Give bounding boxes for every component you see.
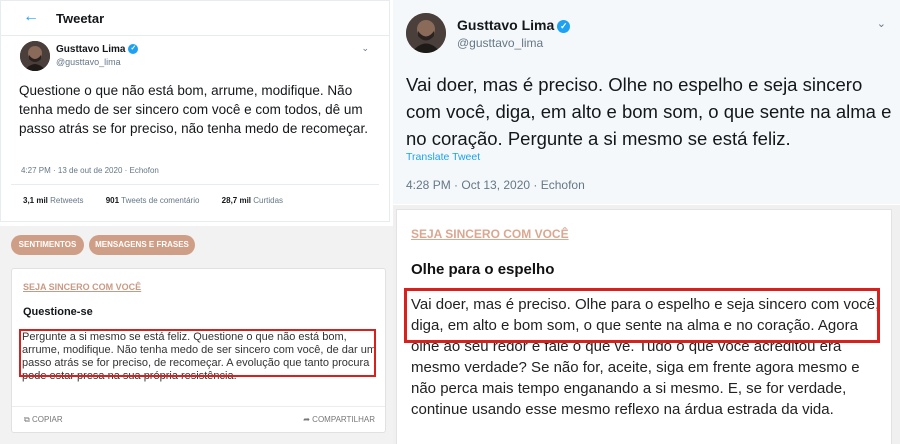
highlight-box: [19, 329, 376, 377]
tweet-timestamp: 4:27 PM · 13 de out de 2020 · Echofon: [21, 166, 159, 175]
divider: [12, 406, 385, 407]
chevron-down-icon[interactable]: ⌄: [877, 17, 886, 30]
category-link[interactable]: SEJA SINCERO COM VOCÊ: [23, 282, 141, 292]
quote-card: SEJA SINCERO COM VOCÊ Olhe para o espelh…: [396, 209, 892, 444]
author-handle[interactable]: @gusttavo_lima: [457, 36, 543, 50]
arrow-left-icon[interactable]: ←: [23, 8, 39, 26]
tweet-stats: 3,1 mil Retweets 901 Tweets de comentári…: [23, 196, 283, 205]
tag-sentimentos[interactable]: SENTIMENTOS: [11, 235, 84, 255]
tweet-panel-right: Gusttavo Lima ✓ @gusttavo_lima ⌄ Vai doer…: [393, 0, 900, 204]
tweet-text: Vai doer, mas é preciso. Olhe no espelho…: [406, 74, 892, 149]
tweet-text: Questione o que não está bom, arrume, mo…: [19, 83, 368, 136]
quote-title: Olhe para o espelho: [411, 261, 555, 278]
author-name[interactable]: Gusttavo Lima ✓: [457, 17, 571, 33]
divider: [11, 184, 379, 185]
likes-stat[interactable]: 28,7 mil Curtidas: [222, 196, 283, 205]
quote-title: Questione-se: [23, 306, 93, 318]
retweets-stat[interactable]: 3,1 mil Retweets: [23, 196, 84, 205]
author-handle[interactable]: @gusttavo_lima: [56, 57, 121, 67]
share-button[interactable]: ➦ COMPARTILHAR: [303, 415, 375, 424]
tweet-timestamp: 4:28 PM · Oct 13, 2020 · Echofon: [406, 178, 585, 192]
tweet-header-title: Tweetar: [56, 11, 105, 26]
quote-card: SEJA SINCERO COM VOCÊ Questione-se Pergu…: [11, 268, 386, 433]
tweet-header: ← Tweetar: [1, 1, 389, 36]
copy-icon: ⧉: [24, 415, 30, 424]
quote-panel-right: SEJA SINCERO COM VOCÊ Olhe para o espelh…: [393, 205, 900, 444]
category-link[interactable]: SEJA SINCERO COM VOCÊ: [411, 227, 569, 241]
avatar[interactable]: [20, 41, 50, 71]
author-name[interactable]: Gusttavo Lima ✓: [56, 44, 139, 55]
highlight-box: [404, 288, 880, 343]
verified-badge-icon: ✓: [557, 19, 571, 33]
quote-panel-left: SENTIMENTOS MENSAGENS E FRASES SEJA SINC…: [0, 226, 393, 444]
tweet-panel-left: ← Tweetar Gusttavo Lima ✓ @gusttavo_lima …: [0, 0, 390, 222]
copy-button[interactable]: ⧉ COPIAR: [24, 415, 63, 425]
verified-badge-icon: ✓: [128, 44, 139, 55]
share-icon: ➦: [303, 415, 310, 424]
translate-tweet-link[interactable]: Translate Tweet: [406, 151, 480, 163]
chevron-down-icon[interactable]: ⌄: [361, 43, 369, 54]
avatar[interactable]: [406, 13, 446, 53]
tag-mensagens-e-frases[interactable]: MENSAGENS E FRASES: [89, 235, 195, 255]
comments-stat[interactable]: 901 Tweets de comentário: [106, 196, 200, 205]
